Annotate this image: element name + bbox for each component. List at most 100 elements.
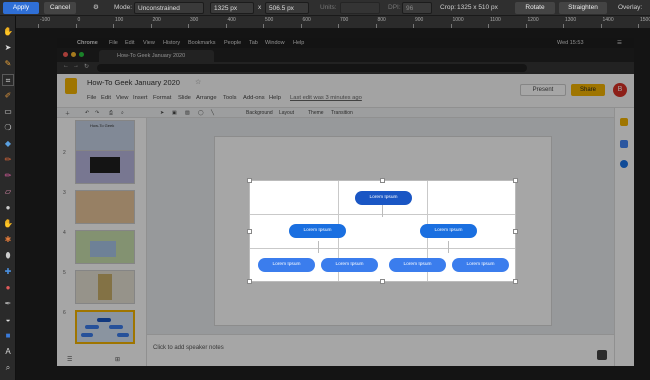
select-icon[interactable]: ➤ bbox=[160, 110, 164, 116]
explore-icon[interactable] bbox=[597, 350, 607, 360]
calendar-icon[interactable] bbox=[620, 160, 628, 168]
minimize-window-icon[interactable] bbox=[71, 52, 76, 57]
shape-icon[interactable]: ◯ bbox=[198, 110, 204, 116]
freehand-selection-icon[interactable]: ❍ bbox=[2, 122, 14, 134]
org-node-bottom-4[interactable]: Lorem Ipsum bbox=[452, 258, 509, 272]
menu-edit[interactable]: Edit bbox=[125, 40, 134, 46]
image-icon[interactable]: ▨ bbox=[185, 110, 190, 116]
browser-tab[interactable]: How-To Geek January 2020 bbox=[99, 50, 214, 62]
menubar-app[interactable]: Chrome bbox=[77, 40, 98, 46]
dodge-icon[interactable]: ● bbox=[2, 202, 14, 214]
crop-handle-top-left[interactable] bbox=[247, 178, 252, 183]
slides-menu-arrange[interactable]: Arrange bbox=[196, 95, 217, 101]
smudge-icon[interactable]: ✱ bbox=[2, 234, 14, 246]
slide-thumb-5[interactable] bbox=[75, 270, 135, 304]
slides-menu-slide[interactable]: Slide bbox=[178, 95, 191, 101]
rotate-button[interactable]: Rotate bbox=[515, 2, 555, 14]
dpi-field[interactable]: 96 bbox=[402, 2, 432, 14]
menu-window[interactable]: Window bbox=[265, 40, 285, 46]
menu-view[interactable]: View bbox=[143, 40, 155, 46]
back-icon[interactable]: ← bbox=[63, 63, 69, 69]
burn-icon[interactable]: ✋ bbox=[2, 218, 14, 230]
slide-thumb-6[interactable] bbox=[75, 310, 135, 344]
present-button[interactable]: Present bbox=[520, 84, 566, 96]
share-button[interactable]: Share bbox=[571, 84, 605, 96]
forward-icon[interactable]: → bbox=[73, 63, 79, 69]
speaker-notes[interactable]: Click to add speaker notes bbox=[147, 334, 614, 366]
color-picker-icon[interactable]: ✎ bbox=[2, 58, 14, 70]
marquee-icon[interactable]: ▭ bbox=[2, 106, 14, 118]
zoom-icon[interactable]: ⌕ bbox=[121, 110, 124, 116]
overlay-label[interactable]: Overlay: bbox=[618, 2, 642, 14]
slide-thumb-4[interactable] bbox=[75, 230, 135, 264]
cancel-button[interactable]: Cancel bbox=[44, 2, 76, 14]
grid-view-icon[interactable]: ☰ bbox=[67, 356, 72, 363]
print-icon[interactable]: ⎙ bbox=[109, 110, 113, 116]
menu-list-icon[interactable]: ☰ bbox=[617, 40, 622, 46]
textbox-icon[interactable]: ▣ bbox=[172, 110, 177, 116]
slides-logo-icon[interactable] bbox=[65, 78, 77, 94]
crop-handle-top[interactable] bbox=[380, 178, 385, 183]
crop-handle-bottom-right[interactable] bbox=[513, 279, 518, 284]
maximize-window-icon[interactable] bbox=[79, 52, 84, 57]
crop-handle-bottom[interactable] bbox=[380, 279, 385, 284]
crop-handle-right[interactable] bbox=[513, 229, 518, 234]
shape-icon[interactable]: ■ bbox=[2, 330, 14, 342]
keep-icon[interactable] bbox=[620, 118, 628, 126]
red-eye-icon[interactable]: ● bbox=[2, 282, 14, 294]
menu-file[interactable]: File bbox=[109, 40, 118, 46]
reload-icon[interactable]: ↻ bbox=[84, 63, 89, 70]
gradient-icon[interactable]: ◒ bbox=[2, 314, 14, 326]
hand-tool-icon[interactable]: ✋ bbox=[2, 26, 14, 38]
crop-handle-left[interactable] bbox=[247, 229, 252, 234]
menu-tab[interactable]: Tab bbox=[249, 40, 258, 46]
url-field[interactable] bbox=[97, 64, 527, 72]
line-icon[interactable]: ╲ bbox=[211, 110, 214, 116]
filmstrip-view-icon[interactable]: ⊞ bbox=[115, 356, 120, 363]
org-node-top[interactable]: Lorem Ipsum bbox=[355, 191, 412, 205]
toolbar-theme[interactable]: Theme bbox=[308, 110, 324, 116]
crop-region[interactable]: Lorem Ipsum Lorem Ipsum Lorem Ipsum Lore… bbox=[249, 180, 516, 282]
mode-select[interactable]: Unconstrained bbox=[134, 2, 204, 14]
slides-menu-tools[interactable]: Tools bbox=[223, 95, 237, 101]
org-node-bottom-1[interactable]: Lorem Ipsum bbox=[258, 258, 315, 272]
toolbar-transition[interactable]: Transition bbox=[331, 110, 353, 116]
width-field[interactable]: 1325 px bbox=[210, 2, 254, 14]
height-field[interactable]: 506.5 px bbox=[265, 2, 309, 14]
crop-handle-bottom-left[interactable] bbox=[247, 279, 252, 284]
eraser-icon[interactable]: ▱ bbox=[2, 186, 14, 198]
clone-icon[interactable]: ⬮ bbox=[2, 250, 14, 262]
close-window-icon[interactable] bbox=[63, 52, 68, 57]
flood-fill-icon[interactable]: ◆ bbox=[2, 138, 14, 150]
crop-handle-top-right[interactable] bbox=[513, 178, 518, 183]
star-icon[interactable]: ☆ bbox=[195, 78, 201, 86]
selection-brush-icon[interactable]: ✐ bbox=[2, 90, 14, 102]
org-node-mid-right[interactable]: Lorem Ipsum bbox=[420, 224, 477, 238]
redo-icon[interactable]: ↷ bbox=[95, 110, 99, 116]
slides-menu-addons[interactable]: Add-ons bbox=[243, 95, 265, 101]
slide-thumb-1[interactable]: How-To Geek bbox=[75, 120, 135, 154]
straighten-button[interactable]: Straighten bbox=[559, 2, 607, 14]
slides-menu-help[interactable]: Help bbox=[269, 95, 281, 101]
undo-icon[interactable]: ↶ bbox=[85, 110, 89, 116]
slides-menu-file[interactable]: File bbox=[87, 95, 96, 101]
last-edit-link[interactable]: Last edit was 3 minutes ago bbox=[290, 95, 362, 101]
avatar[interactable]: B bbox=[613, 83, 627, 97]
document-title[interactable]: How-To Geek January 2020 bbox=[87, 78, 180, 87]
slides-menu-insert[interactable]: Insert bbox=[133, 95, 148, 101]
gear-icon[interactable]: ⚙ bbox=[93, 2, 99, 14]
slides-menu-view[interactable]: View bbox=[116, 95, 128, 101]
pen-icon[interactable]: ✒ bbox=[2, 298, 14, 310]
slides-menu-edit[interactable]: Edit bbox=[101, 95, 111, 101]
paint-brush-icon[interactable]: ✏ bbox=[2, 154, 14, 166]
org-node-mid-left[interactable]: Lorem Ipsum bbox=[289, 224, 346, 238]
apply-button[interactable]: Apply bbox=[3, 2, 39, 14]
menu-people[interactable]: People bbox=[224, 40, 241, 46]
units-select[interactable] bbox=[340, 2, 380, 14]
slides-menu-format[interactable]: Format bbox=[153, 95, 171, 101]
pixel-tool-icon[interactable]: ✏ bbox=[2, 170, 14, 182]
menu-help[interactable]: Help bbox=[293, 40, 304, 46]
org-node-bottom-2[interactable]: Lorem Ipsum bbox=[321, 258, 378, 272]
slide-thumb-2[interactable] bbox=[75, 150, 135, 184]
move-tool-icon[interactable]: ➤ bbox=[2, 42, 14, 54]
